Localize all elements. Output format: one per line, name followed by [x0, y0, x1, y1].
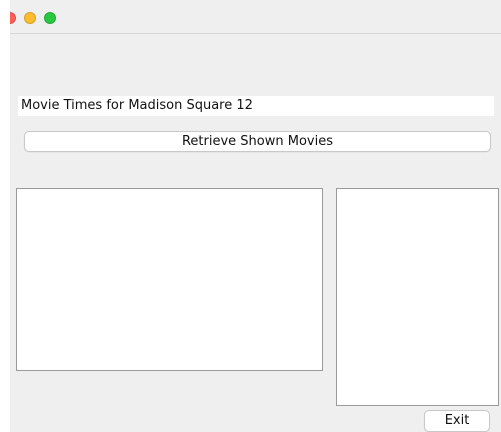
theater-title-field[interactable]: Movie Times for Madison Square 12 — [18, 96, 494, 116]
minimize-window-button[interactable] — [24, 12, 36, 24]
retrieve-shown-movies-button[interactable]: Retrieve Shown Movies — [24, 131, 491, 152]
exit-button[interactable]: Exit — [424, 410, 490, 432]
showtimes-list[interactable] — [336, 188, 499, 406]
close-window-button[interactable] — [10, 12, 16, 24]
title-bar — [10, 0, 501, 34]
zoom-window-button[interactable] — [44, 12, 56, 24]
movies-list[interactable] — [16, 188, 323, 371]
app-window: Movie Times for Madison Square 12 Retrie… — [10, 0, 501, 432]
